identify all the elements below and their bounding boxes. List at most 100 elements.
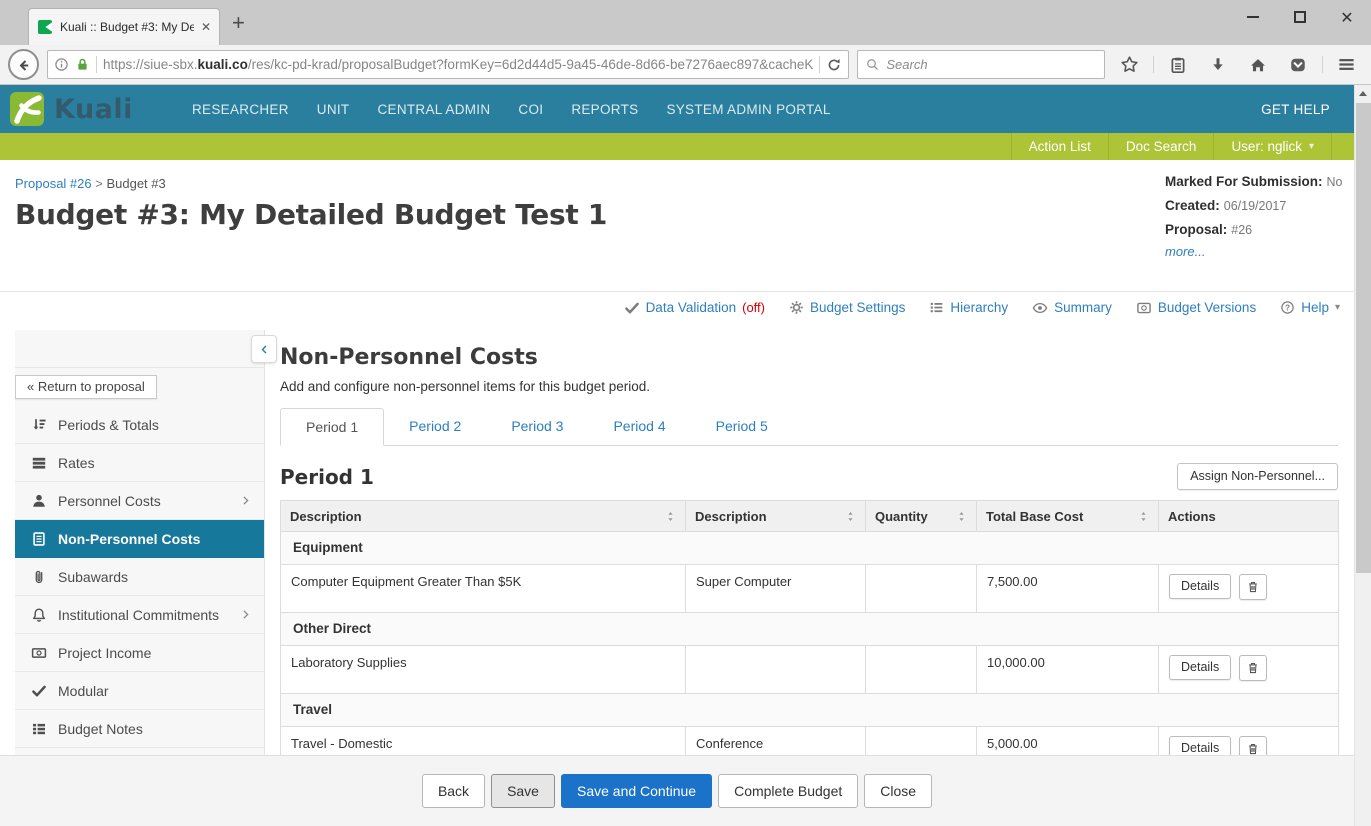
toolbar-summary[interactable]: Summary xyxy=(1032,300,1112,316)
meta-value: 06/19/2017 xyxy=(1223,199,1287,213)
nav-item-reports[interactable]: REPORTS xyxy=(557,102,652,117)
toolbar-help[interactable]: ? Help ▾ xyxy=(1280,300,1340,315)
nav-item-central-admin[interactable]: CENTRAL ADMIN xyxy=(363,102,504,117)
sidebar-item-project-income[interactable]: Project Income xyxy=(15,634,264,672)
scrollbar-thumb[interactable] xyxy=(1356,103,1371,573)
tab-close-icon[interactable]: ✕ xyxy=(201,20,211,34)
column-header-description[interactable]: Description xyxy=(280,500,686,532)
sidebar-item-subawards[interactable]: Subawards xyxy=(15,558,264,596)
tab-period-2[interactable]: Period 2 xyxy=(384,408,486,445)
sidebar-item-personnel-costs[interactable]: Personnel Costs xyxy=(15,482,264,520)
scrollbar-up-button[interactable] xyxy=(1355,85,1371,101)
column-header-label: Description xyxy=(695,508,767,524)
home-button[interactable] xyxy=(1242,50,1274,80)
person-icon xyxy=(31,493,47,509)
window-close-button[interactable]: ✕ xyxy=(1337,7,1357,27)
document-icon xyxy=(31,531,47,547)
url-bar[interactable]: https://siue-sbx.kuali.co/res/kc-pd-krad… xyxy=(47,50,850,79)
kuali-logo[interactable]: Kuali xyxy=(10,92,178,126)
tab-period-3[interactable]: Period 3 xyxy=(486,408,588,445)
table-row: Laboratory Supplies 10,000.00 Details xyxy=(280,645,1339,694)
back-button[interactable]: Back xyxy=(421,774,486,808)
toolbar-budget-versions[interactable]: Budget Versions xyxy=(1136,300,1256,316)
sidebar-item-periods-totals[interactable]: Periods & Totals xyxy=(15,406,264,444)
column-header-label: Quantity xyxy=(875,508,928,524)
details-button[interactable]: Details xyxy=(1169,736,1232,755)
sort-updown-icon[interactable] xyxy=(1138,510,1149,523)
assign-non-personnel-button[interactable]: Assign Non-Personnel... xyxy=(1177,463,1338,490)
sidebar-item-budget-notes[interactable]: Budget Notes xyxy=(15,710,264,748)
tab-period-4[interactable]: Period 4 xyxy=(588,408,690,445)
page-scrollbar[interactable] xyxy=(1354,85,1371,826)
url-text[interactable]: https://siue-sbx.kuali.co/res/kc-pd-krad… xyxy=(103,57,813,72)
nav-item-researcher[interactable]: RESEARCHER xyxy=(178,102,303,117)
info-icon[interactable] xyxy=(54,57,69,72)
column-header-label: Actions xyxy=(1168,508,1216,524)
sidebar-item-institutional-commitments[interactable]: Institutional Commitments xyxy=(15,596,264,634)
sort-updown-icon[interactable] xyxy=(845,510,856,523)
save-and-continue-button[interactable]: Save and Continue xyxy=(560,774,713,808)
help-icon: ? xyxy=(1280,300,1295,315)
bookmarks-menu-button[interactable] xyxy=(1162,50,1194,80)
nav-item-system-admin-portal[interactable]: SYSTEM ADMIN PORTAL xyxy=(652,102,844,117)
browser-tab[interactable]: Kuali :: Budget #3: My Detail ✕ xyxy=(28,8,220,45)
sidebar-item-rates[interactable]: Rates xyxy=(15,444,264,482)
sidebar-item-budget-summary[interactable]: Budget Summary xyxy=(15,748,264,755)
portal-item-doc-search[interactable]: Doc Search xyxy=(1107,133,1214,160)
details-button[interactable]: Details xyxy=(1169,655,1232,681)
search-input[interactable] xyxy=(886,57,1098,72)
bookmark-star-button[interactable] xyxy=(1113,50,1145,80)
back-arrow-icon xyxy=(16,57,32,73)
get-help-link[interactable]: GET HELP xyxy=(1261,102,1330,117)
hamburger-icon xyxy=(1337,55,1356,74)
complete-budget-button[interactable]: Complete Budget xyxy=(718,774,859,808)
delete-button[interactable] xyxy=(1239,574,1268,600)
cell-actions: Details xyxy=(1158,564,1339,613)
section-description: Add and configure non-personnel items fo… xyxy=(280,379,650,394)
pocket-button[interactable] xyxy=(1282,50,1314,80)
sidebar-item-label: Personnel Costs xyxy=(58,492,161,509)
new-tab-button[interactable]: + xyxy=(232,10,245,36)
toolbar-label: Hierarchy xyxy=(950,300,1009,315)
main-panel: Non-Personnel Costs Add and configure no… xyxy=(265,323,1354,755)
sidebar-item-modular[interactable]: Modular xyxy=(15,672,264,710)
clipboard-icon xyxy=(1169,56,1187,74)
sort-updown-icon[interactable] xyxy=(956,510,967,523)
tab-period-5[interactable]: Period 5 xyxy=(691,408,793,445)
details-button[interactable]: Details xyxy=(1169,574,1232,600)
downloads-button[interactable] xyxy=(1202,50,1234,80)
column-header-quantity[interactable]: Quantity xyxy=(865,500,977,532)
portal-item-action-list[interactable]: Action List xyxy=(1010,133,1108,160)
column-header-description[interactable]: Description xyxy=(685,500,866,532)
group-name: Other Direct xyxy=(280,612,1339,646)
window-minimize-button[interactable] xyxy=(1243,7,1263,27)
document-meta: Marked For Submission: No Created: 06/19/20… xyxy=(1165,172,1350,259)
nav-item-coi[interactable]: COI xyxy=(504,102,557,117)
sidebar-collapse-button[interactable] xyxy=(251,335,277,363)
return-to-proposal-button[interactable]: « Return to proposal xyxy=(15,375,157,399)
toolbar-data-validation[interactable]: Data Validation (off) xyxy=(624,300,765,316)
delete-button[interactable] xyxy=(1239,655,1268,681)
column-header-total-base-cost[interactable]: Total Base Cost xyxy=(976,500,1159,532)
meta-label: Marked For Submission: xyxy=(1165,174,1323,189)
lock-icon[interactable] xyxy=(75,57,90,72)
toolbar-budget-settings[interactable]: Budget Settings xyxy=(789,300,905,315)
more-link[interactable]: more... xyxy=(1165,244,1350,259)
tab-period-1[interactable]: Period 1 xyxy=(280,408,385,446)
search-bar[interactable] xyxy=(857,50,1106,79)
sidebar-item-non-personnel-costs[interactable]: Non-Personnel Costs xyxy=(15,520,264,558)
nav-item-unit[interactable]: UNIT xyxy=(303,102,364,117)
delete-button[interactable] xyxy=(1239,736,1268,755)
breadcrumb-proposal-link[interactable]: Proposal #26 xyxy=(15,176,92,191)
close-button[interactable]: Close xyxy=(864,774,933,808)
portal-item-user-nglick[interactable]: User: nglick ▾ xyxy=(1213,133,1332,160)
sort-updown-icon[interactable] xyxy=(665,510,676,523)
window-maximize-button[interactable] xyxy=(1290,7,1310,27)
back-button[interactable] xyxy=(8,49,39,80)
toolbar-hierarchy[interactable]: Hierarchy xyxy=(929,300,1008,315)
menu-button[interactable] xyxy=(1331,50,1363,80)
save-button[interactable]: Save xyxy=(491,774,555,808)
toolbar-label: Budget Versions xyxy=(1157,300,1257,315)
reload-icon[interactable] xyxy=(826,57,842,73)
caret-down-icon: ▾ xyxy=(1334,302,1340,313)
